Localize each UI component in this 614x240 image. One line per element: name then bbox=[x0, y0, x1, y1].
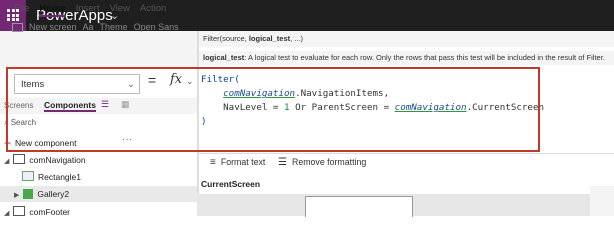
argument-hint: logical_test: A logical test to evaluate… bbox=[199, 51, 614, 65]
collapse-icon[interactable]: ◢ bbox=[4, 158, 9, 165]
tree-item-comnavigation[interactable]: ◢ comNavigation bbox=[4, 154, 86, 165]
tab-file[interactable]: File bbox=[14, 3, 29, 17]
ribbon-commands: New screen Aa Theme Open Sans bbox=[12, 22, 179, 32]
tree-item-label: comFooter bbox=[29, 207, 71, 217]
remove-formatting-label: Remove formatting bbox=[291, 157, 367, 167]
annotation-highlight bbox=[6, 67, 540, 152]
function-signature: Filter(source, logical_test, ...) bbox=[199, 31, 614, 47]
rectangle-icon bbox=[22, 171, 34, 181]
ribbon bbox=[0, 31, 197, 67]
screen-preview bbox=[305, 196, 413, 217]
ribbon-tabs: File Home Insert View Action bbox=[14, 3, 166, 17]
formula-result: CurrentScreen bbox=[201, 179, 261, 189]
tree-item-comfooter[interactable]: ◢ comFooter bbox=[4, 206, 70, 217]
theme-button[interactable]: Theme bbox=[100, 22, 128, 32]
theme-icon: Aa bbox=[82, 22, 94, 32]
signature-prefix: Filter(source, bbox=[203, 34, 249, 43]
new-screen-icon bbox=[12, 22, 23, 32]
tab-home[interactable]: Home bbox=[39, 3, 66, 17]
tree-item-label: Gallery2 bbox=[37, 189, 70, 199]
right-panel-edge bbox=[590, 186, 614, 216]
collapse-icon[interactable]: ◢ bbox=[4, 210, 9, 217]
format-text-icon: ≡ bbox=[210, 157, 216, 168]
component-icon bbox=[13, 154, 26, 164]
format-text-label: Format text bbox=[220, 157, 266, 167]
remove-formatting-icon: ☰ bbox=[278, 157, 287, 168]
tree-item-gallery2[interactable]: ▶ Gallery2 bbox=[14, 189, 69, 199]
remove-formatting-button[interactable]: ☰ Remove formatting bbox=[278, 157, 366, 168]
component-icon bbox=[13, 206, 26, 216]
hint-text: : A logical test to evaluate for each ro… bbox=[244, 53, 605, 62]
hint-label: logical_test bbox=[203, 53, 245, 62]
tree-item-label: Rectangle1 bbox=[38, 172, 82, 182]
signature-suffix: , ...) bbox=[290, 34, 304, 43]
tab-insert[interactable]: Insert bbox=[76, 3, 100, 17]
tree-item-label: comNavigation bbox=[29, 155, 86, 165]
tree-item-rectangle1[interactable]: Rectangle1 bbox=[22, 171, 81, 182]
tab-view[interactable]: View bbox=[109, 3, 129, 17]
font-select[interactable]: Open Sans bbox=[134, 22, 179, 32]
format-text-button[interactable]: ≡ Format text bbox=[210, 157, 265, 168]
tab-action[interactable]: Action bbox=[140, 3, 166, 17]
expand-icon[interactable]: ▶ bbox=[14, 192, 19, 199]
gallery-icon bbox=[23, 189, 34, 199]
signature-current-arg: logical_test bbox=[248, 34, 291, 43]
new-screen-button[interactable]: New screen bbox=[29, 22, 77, 32]
